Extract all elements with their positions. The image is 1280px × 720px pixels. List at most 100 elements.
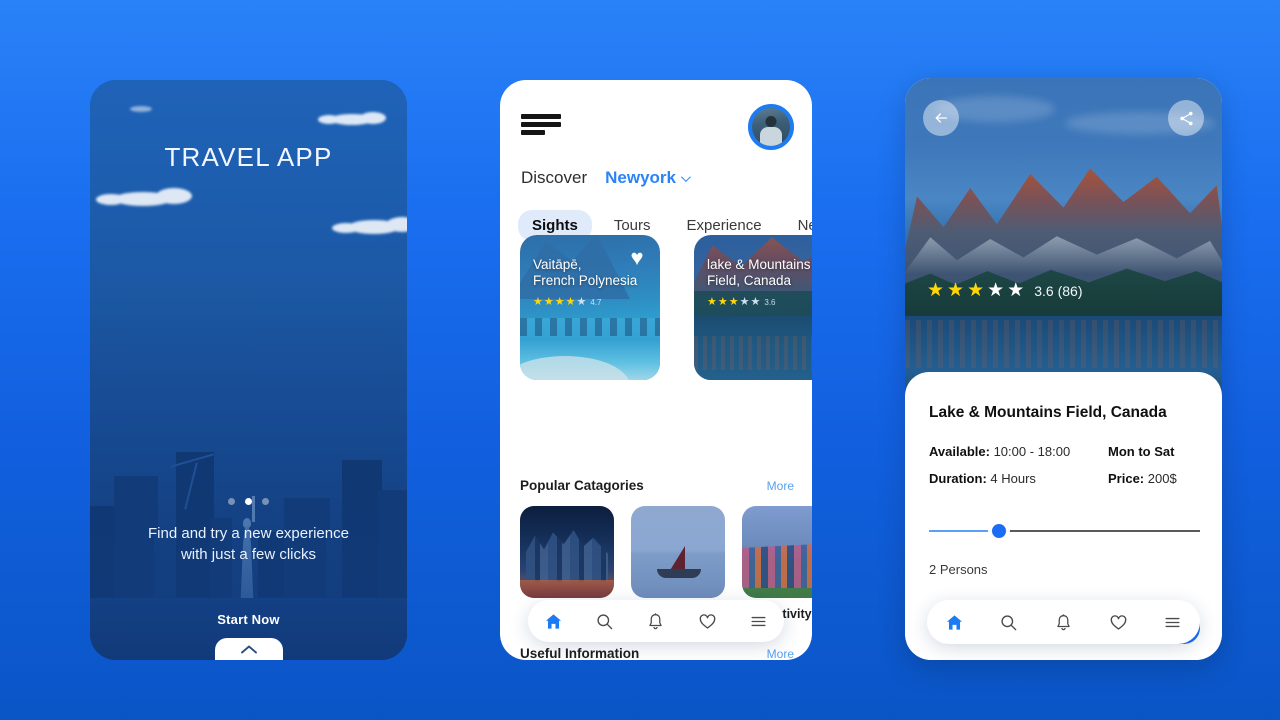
category-thumbnail — [742, 506, 812, 598]
detail-sheet: Lake & Mountains Field, Canada Available… — [905, 372, 1222, 660]
detail-row-available: Available: 10:00 - 18:00 Mon to Sat — [929, 444, 1200, 459]
price-field: Price: 200$ — [1108, 471, 1200, 486]
star-icon-empty: ★ — [987, 280, 1005, 301]
detail-rating: ★ ★ ★ ★ ★ 3.6 (86) — [927, 281, 1082, 300]
search-icon — [1001, 614, 1017, 630]
detail-info-grid: Available: 10:00 - 18:00 Mon to Sat Dura… — [929, 444, 1200, 498]
chevron-up-icon — [240, 645, 257, 654]
card-title: Vaitāpē, French Polynesia — [533, 257, 637, 290]
heart-filled-icon[interactable]: ♥ — [625, 246, 649, 270]
tagline-line-2: with just a few clicks — [180, 545, 317, 563]
discover-phone: Discover Newyork Sights Tours Experience… — [500, 80, 812, 660]
available-field: Available: 10:00 - 18:00 — [929, 444, 1070, 459]
nav-menu-button[interactable] — [741, 604, 775, 638]
star-icon: ★ — [707, 296, 717, 308]
available-value: 10:00 - 18:00 — [993, 444, 1071, 459]
star-icon-empty: ★ — [750, 296, 761, 308]
arrow-left-icon — [935, 113, 947, 123]
destination-card[interactable]: lake & Mountains Field, Canada ★ ★ ★ ★ ★… — [694, 235, 812, 380]
card-title-line-2: Field, Canada — [707, 273, 792, 289]
rating-value: 3.6 (86) — [1034, 282, 1083, 299]
nav-search-button[interactable] — [992, 605, 1026, 639]
star-icon: ★ — [717, 296, 728, 308]
card-title-line-2: French Polynesia — [533, 273, 638, 289]
price-value: 200$ — [1147, 471, 1177, 486]
available-label: Available: — [929, 444, 990, 459]
useful-section-header: Useful Information More — [520, 646, 794, 660]
discover-header — [521, 104, 794, 156]
more-link[interactable]: More — [767, 647, 794, 660]
menu-icon — [751, 616, 766, 626]
days-value: Mon to Sat — [1108, 444, 1175, 459]
nav-notifications-button[interactable] — [1046, 605, 1080, 639]
bottom-navigation — [927, 600, 1200, 644]
chevron-down-icon — [680, 171, 691, 182]
share-button[interactable] — [1168, 100, 1204, 136]
star-icon: ★ — [947, 280, 965, 301]
destination-card[interactable]: Vaitāpē, French Polynesia ★ ★ ★ ★ ★ 4.7 … — [520, 235, 660, 380]
card-title: lake & Mountains Field, Canada — [707, 257, 811, 290]
tagline-line-1: Find and try a new experience — [148, 525, 349, 542]
city-label: Newyork — [605, 168, 676, 187]
nav-home-button[interactable] — [937, 605, 971, 639]
heart-icon — [1110, 614, 1126, 630]
star-icon: ★ — [533, 296, 543, 308]
destination-card-list: Vaitāpē, French Polynesia ★ ★ ★ ★ ★ 4.7 … — [520, 235, 812, 380]
onboarding-tagline: Find and try a new experience with just … — [90, 524, 407, 565]
pager-dot-active[interactable] — [245, 498, 252, 505]
pager-dot[interactable] — [228, 498, 235, 505]
home-icon — [546, 613, 562, 629]
card-rating: ★ ★ ★ ★ ★ 3.6 — [707, 297, 776, 308]
page-title: TRAVEL APP — [164, 142, 333, 172]
discover-label: Discover — [521, 168, 588, 187]
slider-thumb[interactable] — [992, 524, 1007, 538]
sheet-handle[interactable] — [214, 638, 283, 660]
pager-dot[interactable] — [262, 498, 269, 505]
bell-icon — [649, 612, 663, 629]
section-title: Useful Information — [520, 646, 640, 660]
back-button[interactable] — [923, 100, 959, 136]
persons-count: 2 Persons — [929, 562, 988, 577]
nav-favorites-button[interactable] — [690, 604, 724, 638]
persons-slider[interactable] — [929, 524, 1200, 538]
card-rating: ★ ★ ★ ★ ★ 4.7 — [533, 297, 602, 308]
detail-title: Lake & Mountains Field, Canada — [929, 404, 1167, 421]
star-icon: ★ — [554, 296, 565, 308]
duration-value: 4 Hours — [990, 471, 1036, 486]
card-title-line-1: Vaitāpē, — [533, 257, 582, 272]
star-icon-empty: ★ — [576, 296, 587, 308]
star-icon: ★ — [927, 280, 945, 301]
star-icon: ★ — [728, 296, 739, 308]
menu-icon — [1165, 617, 1180, 627]
nav-search-button[interactable] — [588, 604, 622, 638]
hamburger-menu-icon[interactable] — [521, 114, 561, 135]
card-rating-value: 3.6 — [764, 298, 776, 307]
duration-label: Duration: — [929, 471, 987, 486]
star-icon: ★ — [543, 296, 554, 308]
search-icon — [597, 613, 613, 629]
avatar[interactable] — [748, 104, 794, 150]
price-label: Price: — [1108, 471, 1145, 486]
nav-menu-button[interactable] — [1156, 605, 1190, 639]
city-selector[interactable]: Newyork — [605, 168, 691, 188]
discover-location-row: Discover Newyork — [521, 168, 691, 188]
nav-favorites-button[interactable] — [1101, 605, 1135, 639]
home-icon — [946, 614, 962, 630]
star-icon: ★ — [565, 296, 576, 308]
star-icon-empty: ★ — [1007, 280, 1025, 301]
slider-fill — [929, 530, 1000, 532]
card-title-line-1: lake & Mountains — [707, 257, 811, 272]
nav-notifications-button[interactable] — [639, 604, 673, 638]
onboarding-phone: TRAVEL APP Find and try a new experience… — [90, 80, 407, 660]
popular-section-header: Popular Catagories More — [520, 478, 794, 493]
pager-dots[interactable] — [90, 498, 407, 505]
start-now-button[interactable]: Start Now — [90, 612, 407, 627]
detail-phone: ★ ★ ★ ★ ★ 3.6 (86) Lake & Mountains Fiel… — [905, 78, 1222, 660]
section-title: Popular Catagories — [520, 478, 644, 493]
detail-hero-image: ★ ★ ★ ★ ★ 3.6 (86) — [905, 78, 1222, 398]
category-thumbnail — [631, 506, 725, 598]
card-rating-value: 4.7 — [590, 298, 602, 307]
nav-home-button[interactable] — [537, 604, 571, 638]
bottom-navigation — [528, 600, 784, 642]
more-link[interactable]: More — [767, 479, 794, 493]
